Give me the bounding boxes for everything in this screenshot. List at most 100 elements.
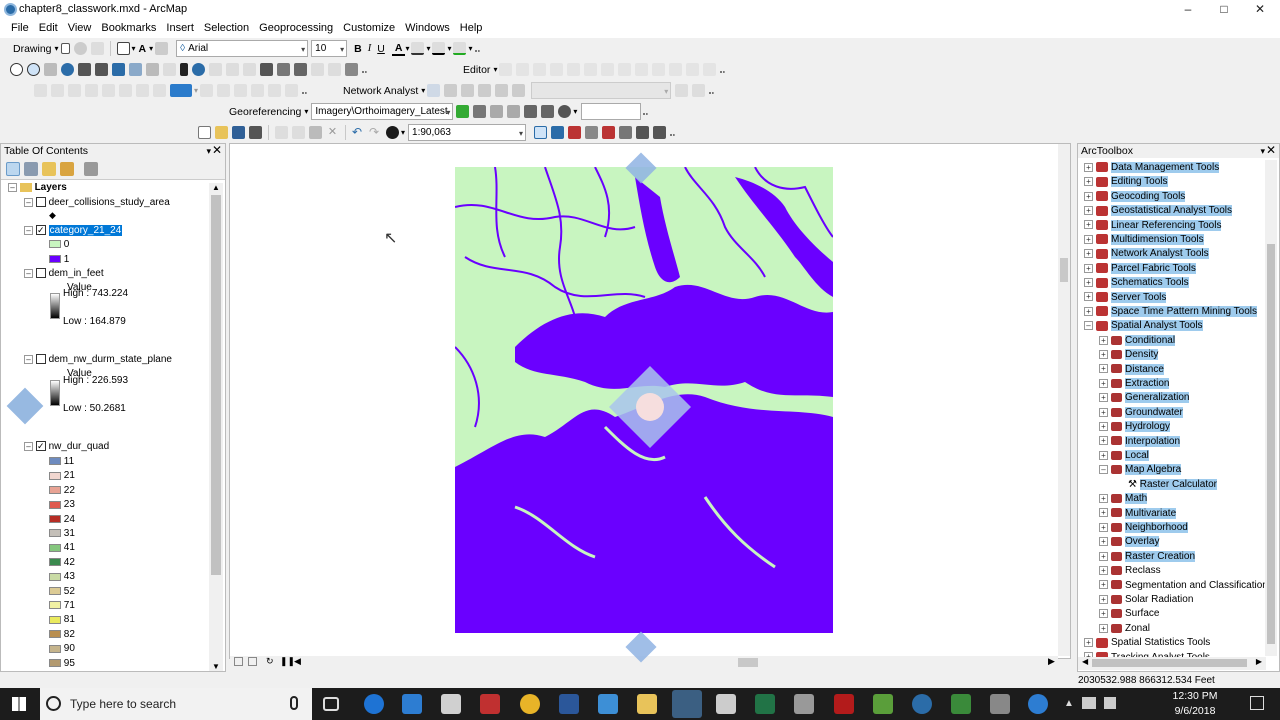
tin-icon[interactable] xyxy=(102,84,115,97)
view-link-table-icon[interactable] xyxy=(524,105,538,118)
edit-tool-icon[interactable] xyxy=(499,63,513,76)
map-scale-select[interactable]: 1:90,063 ▾ xyxy=(408,124,527,141)
show-hidden-icons[interactable]: ▲ xyxy=(1064,698,1074,709)
split-icon[interactable] xyxy=(635,63,649,76)
html-popup-icon[interactable] xyxy=(226,63,239,76)
select-elements-arrow-icon[interactable] xyxy=(180,63,188,76)
arctoolbox-vscroll[interactable] xyxy=(1265,160,1277,656)
editor-dropdown-icon[interactable]: ▾ xyxy=(493,65,497,74)
sketch-properties-icon[interactable] xyxy=(686,63,700,76)
arctoolbox-icon[interactable] xyxy=(568,126,582,139)
time-slider-icon[interactable] xyxy=(311,63,324,76)
layout-icon[interactable] xyxy=(51,84,64,97)
volume-icon[interactable] xyxy=(1104,697,1116,709)
create-features-icon[interactable] xyxy=(703,63,717,76)
snipping-icon[interactable] xyxy=(990,694,1010,714)
pause-icon[interactable]: ❚❚ xyxy=(280,656,295,667)
viewer-icon[interactable] xyxy=(541,105,555,118)
rotate-icon[interactable] xyxy=(73,42,87,55)
fixed-zoom-out-icon[interactable] xyxy=(95,63,108,76)
toc-vertical-scrollbar[interactable]: ▲ ▼ xyxy=(209,183,223,671)
back-extent-icon[interactable] xyxy=(112,63,125,76)
menu-windows[interactable]: Windows xyxy=(400,20,455,38)
create-viewer-icon[interactable] xyxy=(328,63,341,76)
edit-vertices-tool-icon[interactable] xyxy=(584,63,598,76)
full-extent-icon[interactable] xyxy=(61,63,74,76)
georeferencing-menu[interactable]: Georeferencing xyxy=(226,106,304,118)
arctoolbox-hscroll[interactable]: ◀ ▶ xyxy=(1078,657,1266,670)
rectangle-icon[interactable] xyxy=(116,42,130,55)
toc-pin-icon[interactable]: ▾ xyxy=(206,144,211,158)
reshape-icon[interactable] xyxy=(601,63,615,76)
menu-edit[interactable]: Edit xyxy=(34,20,63,38)
identify-icon[interactable] xyxy=(192,63,205,76)
editor-toolbar-icon[interactable] xyxy=(534,126,548,139)
forward-extent-icon[interactable] xyxy=(129,63,142,76)
network-identify-icon[interactable] xyxy=(675,84,689,97)
arcmap-taskbar-icon[interactable] xyxy=(672,690,702,718)
menu-customize[interactable]: Customize xyxy=(338,20,400,38)
network-analyst-window-icon[interactable] xyxy=(427,84,441,97)
toc-close-icon[interactable]: ✕ xyxy=(212,143,222,157)
create-network-location-icon[interactable] xyxy=(444,84,458,97)
rotate-georef-icon[interactable] xyxy=(473,105,487,118)
color-ramp-icon[interactable] xyxy=(170,84,192,97)
undo-icon[interactable]: ↶ xyxy=(352,126,365,139)
layout-view-icon[interactable] xyxy=(234,657,243,666)
network-dataset-select[interactable]: ▾ xyxy=(531,82,672,99)
refresh-icon[interactable]: ↻ xyxy=(266,656,274,667)
paste-icon[interactable] xyxy=(309,126,322,139)
attributes-icon[interactable] xyxy=(669,63,683,76)
endpoint-arc-icon[interactable] xyxy=(550,63,564,76)
dock-center-icon[interactable] xyxy=(636,393,664,421)
mail-icon[interactable] xyxy=(441,694,461,714)
font-color-button[interactable]: A xyxy=(391,42,406,56)
swipe-icon[interactable] xyxy=(345,63,358,76)
list-by-source-icon[interactable] xyxy=(24,161,38,176)
scale-georef-icon[interactable] xyxy=(507,105,521,118)
menu-selection[interactable]: Selection xyxy=(199,20,254,38)
zoom-out-icon[interactable] xyxy=(27,63,40,76)
map-h-thumb[interactable] xyxy=(738,658,758,667)
layer-dem-in-feet-checkbox[interactable] xyxy=(35,268,46,279)
acrobat-icon[interactable] xyxy=(834,694,854,714)
contrast-icon[interactable] xyxy=(268,84,282,97)
drawing-dropdown-icon[interactable]: ▾ xyxy=(55,44,59,53)
find-icon[interactable] xyxy=(260,63,273,76)
add-xy-icon[interactable] xyxy=(34,84,47,97)
menu-insert[interactable]: Insert xyxy=(161,20,199,38)
auto-adjust-icon[interactable] xyxy=(558,105,572,118)
word-icon[interactable] xyxy=(559,694,579,714)
model-builder-icon[interactable] xyxy=(636,126,650,139)
help-icon[interactable] xyxy=(1028,694,1048,714)
scroll-right-icon[interactable]: ▶ xyxy=(1048,656,1055,667)
copy-icon[interactable] xyxy=(292,126,305,139)
find-route-icon[interactable] xyxy=(277,63,290,76)
steepest-path-icon[interactable] xyxy=(153,84,166,97)
report-icon[interactable] xyxy=(85,84,98,97)
help-pointer-icon[interactable] xyxy=(653,126,667,139)
editor-menu[interactable]: Editor xyxy=(460,64,493,76)
go-to-xy-icon[interactable] xyxy=(294,63,307,76)
trace-icon[interactable] xyxy=(567,63,581,76)
zoom-whole-page-icon[interactable] xyxy=(90,42,104,55)
pan-icon[interactable] xyxy=(44,63,57,76)
list-by-selection-icon[interactable] xyxy=(60,161,74,176)
flicker-icon[interactable] xyxy=(251,84,265,97)
catalog-icon[interactable] xyxy=(585,126,599,139)
font-size-select[interactable]: 10 ▾ xyxy=(311,40,348,57)
network-analyst-dropdown-icon[interactable]: ▾ xyxy=(421,86,425,95)
drawing-menu[interactable]: Drawing xyxy=(10,43,55,55)
rotate-edit-icon[interactable] xyxy=(652,63,666,76)
directions-icon[interactable] xyxy=(495,84,509,97)
layer-dem-in-feet[interactable]: – dem_in_feet xyxy=(24,267,104,281)
map-vertical-scrollbar[interactable] xyxy=(1058,144,1070,656)
edit-annotation-icon[interactable] xyxy=(516,63,530,76)
taskbar-search-box[interactable]: Type here to search xyxy=(40,688,312,720)
font-name-select[interactable]: ◊ Arial ▾ xyxy=(176,40,309,57)
menu-help[interactable]: Help xyxy=(455,20,488,38)
calculator-icon[interactable] xyxy=(716,694,736,714)
list-by-drawing-order-icon[interactable] xyxy=(6,161,20,176)
brightness-icon[interactable] xyxy=(285,84,299,97)
python-icon[interactable] xyxy=(619,126,633,139)
